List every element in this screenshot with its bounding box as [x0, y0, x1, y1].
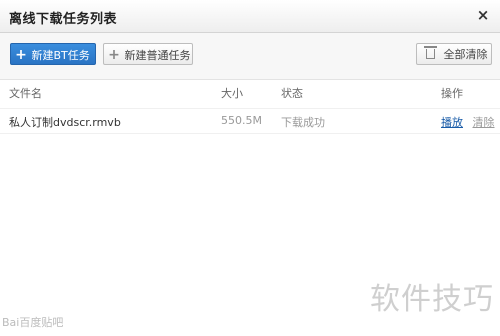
table-row: 私人订制dvdscr.rmvb 550.5M 下载成功 播放 清除: [0, 108, 500, 134]
dialog-title: 离线下载任务列表: [9, 12, 118, 27]
column-header-action: 操作: [441, 87, 463, 100]
file-name: 私人订制dvdscr.rmvb: [9, 116, 121, 129]
clear-all-label: 全部清除: [443, 48, 488, 61]
plus-icon: +: [108, 47, 120, 63]
new-normal-task-button[interactable]: + 新建普通任务: [103, 43, 193, 65]
file-size: 550.5M: [221, 114, 262, 127]
baidu-tieba-watermark: Bai百度贴吧: [2, 316, 64, 329]
clear-all-button[interactable]: 全部清除: [416, 43, 492, 65]
column-header-size: 大小: [221, 87, 243, 100]
plus-icon: +: [15, 47, 27, 63]
offline-download-dialog: 离线下载任务列表 × + 新建BT任务 + 新建普通任务 全部清除 文件名 大小…: [0, 0, 500, 336]
row-actions: 播放 清除: [441, 114, 495, 130]
clear-link[interactable]: 清除: [473, 116, 495, 129]
new-normal-task-label: 新建普通任务: [124, 49, 191, 62]
watermark-text: 软件技巧: [370, 282, 494, 317]
toolbar: + 新建BT任务 + 新建普通任务 全部清除: [0, 33, 500, 80]
play-link[interactable]: 播放: [441, 116, 463, 129]
new-bt-task-label: 新建BT任务: [31, 49, 90, 62]
close-icon[interactable]: ×: [473, 5, 493, 25]
column-header-status: 状态: [281, 87, 303, 100]
dialog-titlebar: 离线下载任务列表 ×: [0, 0, 500, 33]
column-header-filename: 文件名: [9, 87, 42, 100]
trash-icon: [424, 46, 437, 59]
task-status: 下载成功: [281, 116, 325, 129]
table-header: 文件名 大小 状态 操作: [0, 80, 500, 102]
new-bt-task-button[interactable]: + 新建BT任务: [10, 43, 96, 65]
